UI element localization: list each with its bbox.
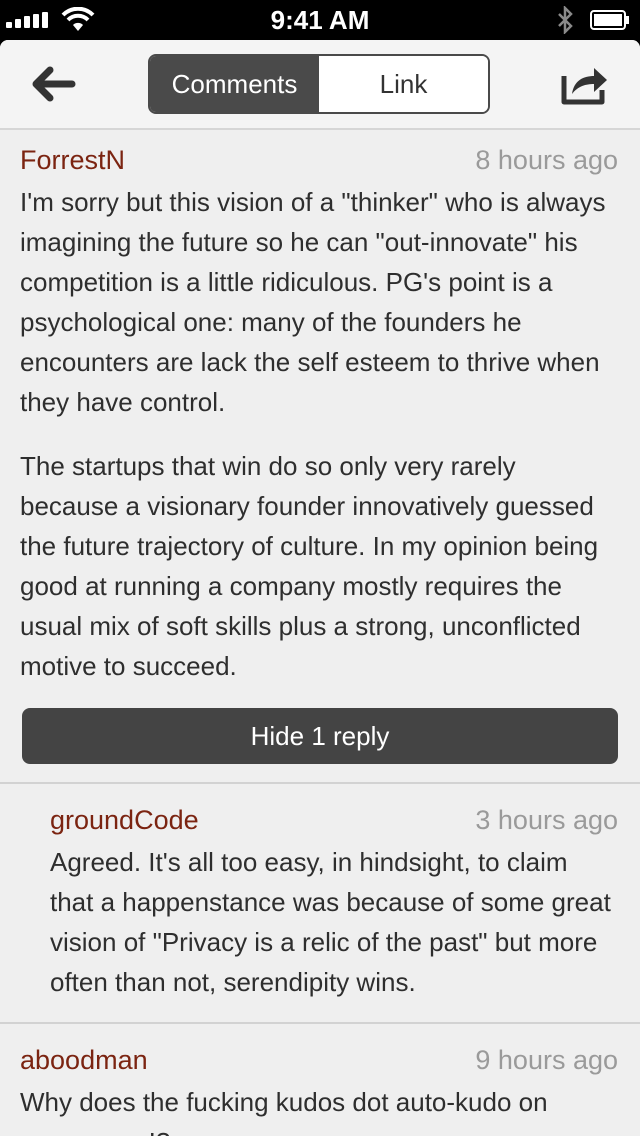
comment-author[interactable]: ForrestN	[20, 138, 125, 182]
navigation-bar: Comments Link	[0, 40, 640, 130]
back-arrow-icon[interactable]	[28, 64, 78, 104]
hide-replies-button[interactable]: Hide 1 reply	[22, 708, 618, 764]
reply-comment: groundCode 3 hours ago Agreed. It's all …	[0, 784, 640, 1022]
comment-header: groundCode 3 hours ago	[50, 798, 618, 842]
status-time: 9:41 AM	[270, 5, 370, 35]
comment-paragraph: Agreed. It's all too easy, in hindsight,…	[50, 847, 611, 997]
tab-link[interactable]: Link	[319, 56, 488, 112]
tab-comments[interactable]: Comments	[150, 56, 319, 112]
comment-timestamp: 9 hours ago	[475, 1045, 618, 1075]
comment-author[interactable]: groundCode	[50, 798, 199, 842]
comment-body: Agreed. It's all too easy, in hindsight,…	[50, 842, 618, 1002]
comment: aboodman 9 hours ago Why does the fuckin…	[0, 1024, 640, 1136]
comment-timestamp: 3 hours ago	[475, 805, 618, 835]
bluetooth-icon	[558, 6, 573, 34]
comment-header: ForrestN 8 hours ago	[20, 138, 618, 182]
comment-header: aboodman 9 hours ago	[20, 1038, 618, 1082]
comment-author[interactable]: aboodman	[20, 1038, 148, 1082]
comment-paragraph: I'm sorry but this vision of a "thinker"…	[20, 187, 606, 417]
status-bar: 9:41 AM	[0, 0, 640, 40]
comment-timestamp: 8 hours ago	[475, 145, 618, 175]
comment-body: I'm sorry but this vision of a "thinker"…	[20, 182, 618, 686]
comment-paragraph: Why does the fucking kudos dot auto-kudo…	[20, 1087, 548, 1136]
battery-icon	[590, 10, 629, 30]
share-icon[interactable]	[560, 62, 610, 106]
comment-body: Why does the fucking kudos dot auto-kudo…	[20, 1082, 618, 1136]
segmented-control: Comments Link	[148, 54, 490, 114]
comment-paragraph: The startups that win do so only very ra…	[20, 451, 599, 681]
app-view: Comments Link ForrestN 8 hours ago I'm s…	[0, 40, 640, 1136]
comment: ForrestN 8 hours ago I'm sorry but this …	[0, 130, 640, 686]
